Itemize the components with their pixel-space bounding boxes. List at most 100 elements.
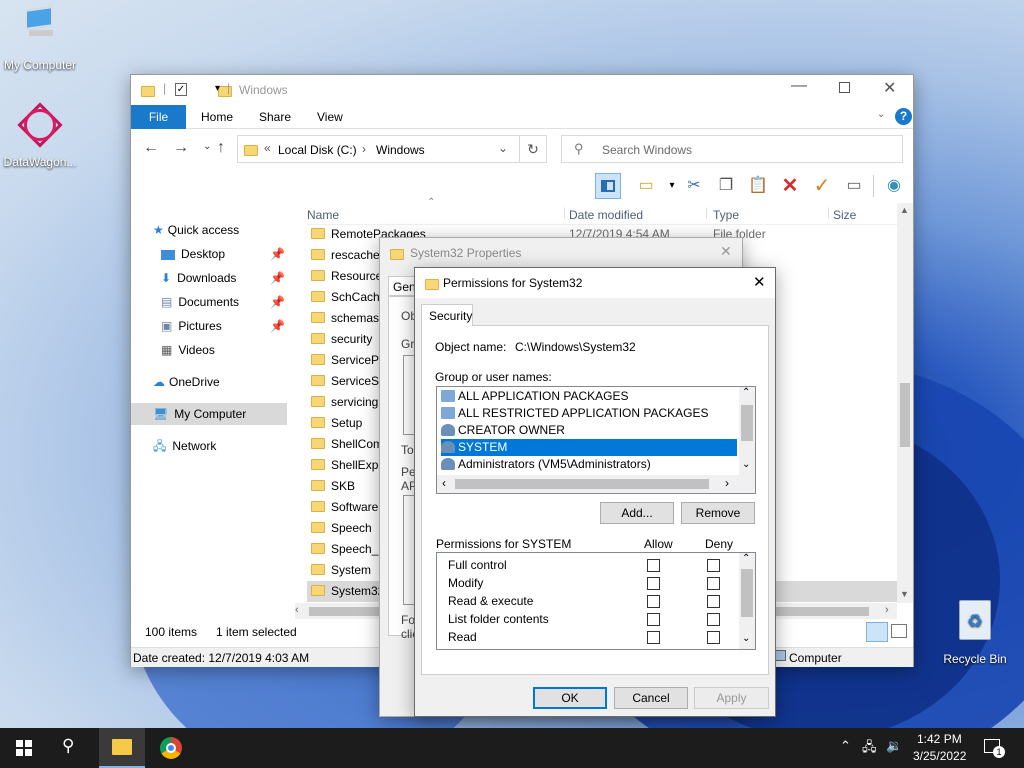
scroll-right-icon[interactable]: › bbox=[885, 604, 889, 616]
user-list-item[interactable]: CREATOR OWNER bbox=[441, 422, 737, 439]
deny-checkbox[interactable] bbox=[707, 595, 720, 608]
scroll-down-icon[interactable]: ▼ bbox=[900, 589, 909, 599]
nav-downloads[interactable]: ⬇ Downloads 📌 bbox=[161, 267, 285, 289]
nav-pictures[interactable]: ▣ Pictures 📌 bbox=[161, 315, 285, 337]
breadcrumb-current[interactable]: Windows bbox=[376, 143, 425, 157]
search-input[interactable]: Search Windows bbox=[602, 143, 692, 157]
rename-checkmark-icon[interactable]: ✓ bbox=[809, 173, 835, 199]
address-bar[interactable]: « Local Disk (C:) › Windows ⌄ bbox=[237, 135, 547, 163]
close-button[interactable]: ✕ bbox=[753, 273, 766, 291]
column-name[interactable]: Name bbox=[307, 208, 339, 222]
scroll-thumb[interactable] bbox=[900, 383, 910, 447]
chrome-icon[interactable] bbox=[160, 737, 182, 759]
nav-my-computer[interactable]: 🖥 My Computer bbox=[131, 403, 287, 425]
users-listbox[interactable]: ⌃ ⌄ ‹ › ALL APPLICATION PACKAGES ALL REST… bbox=[436, 386, 756, 494]
pin-icon[interactable]: 📌 bbox=[270, 243, 285, 265]
hscroll-thumb[interactable] bbox=[455, 479, 709, 489]
scroll-thumb[interactable] bbox=[741, 405, 753, 441]
taskbar-explorer-button[interactable] bbox=[99, 728, 145, 768]
scroll-down-icon[interactable]: ⌄ bbox=[742, 459, 750, 470]
tab-share[interactable]: Share bbox=[259, 110, 291, 124]
allow-checkbox[interactable] bbox=[647, 559, 660, 572]
new-folder-icon[interactable]: ▭ bbox=[633, 173, 659, 199]
add-button[interactable]: Add... bbox=[600, 502, 674, 524]
scroll-down-icon[interactable]: ⌄ bbox=[742, 633, 750, 644]
help-icon[interactable]: ? bbox=[895, 108, 912, 125]
search-icon[interactable]: ⚲ bbox=[62, 736, 74, 756]
breadcrumb-root[interactable]: Local Disk (C:) bbox=[278, 143, 357, 157]
properties-qat-icon[interactable]: ✓ bbox=[175, 83, 187, 96]
options-globe-icon[interactable]: ◉ bbox=[881, 173, 907, 199]
network-icon[interactable]: 🖧 bbox=[862, 738, 877, 760]
users-hscrollbar[interactable]: ‹ › bbox=[437, 475, 755, 493]
new-folder-qat-icon[interactable] bbox=[218, 86, 233, 98]
user-list-item[interactable]: Administrators (VM5\Administrators) bbox=[441, 456, 737, 473]
maximize-button[interactable] bbox=[839, 82, 850, 93]
nav-network[interactable]: 🖧 Network bbox=[153, 435, 216, 457]
nav-videos[interactable]: ▦ Videos bbox=[161, 339, 215, 361]
qat-dropdown-icon[interactable]: ▾ bbox=[215, 83, 220, 94]
tab-security[interactable]: Security bbox=[421, 304, 473, 326]
expand-ribbon-icon[interactable]: ⌄ bbox=[877, 109, 885, 120]
file-list-scrollbar[interactable]: ▲ ▼ bbox=[897, 203, 913, 603]
windows-start-icon[interactable] bbox=[16, 740, 32, 756]
scroll-up-icon[interactable]: ▲ bbox=[900, 205, 909, 215]
users-vscrollbar[interactable]: ⌃ ⌄ bbox=[739, 387, 755, 475]
allow-checkbox[interactable] bbox=[647, 577, 660, 590]
delete-icon[interactable]: ✕ bbox=[777, 173, 803, 199]
tab-file[interactable]: File bbox=[131, 105, 186, 129]
tab-view[interactable]: View bbox=[317, 110, 343, 124]
copy-icon[interactable]: ❐ bbox=[713, 173, 739, 199]
column-size[interactable]: Size bbox=[833, 208, 856, 222]
refresh-button[interactable]: ↻ bbox=[519, 135, 547, 163]
clock-time[interactable]: 1:42 PM bbox=[917, 732, 962, 746]
datawagon-desktop-icon[interactable]: DataWagon... bbox=[0, 102, 80, 169]
deny-checkbox[interactable] bbox=[707, 631, 720, 644]
ok-button[interactable]: OK bbox=[533, 687, 607, 709]
tab-home[interactable]: Home bbox=[201, 110, 233, 124]
user-list-item[interactable]: ALL RESTRICTED APPLICATION PACKAGES bbox=[441, 405, 737, 422]
deny-checkbox[interactable] bbox=[707, 577, 720, 590]
close-button[interactable]: ✕ bbox=[883, 78, 896, 98]
perm-vscrollbar[interactable]: ⌃ ⌄ bbox=[739, 553, 755, 649]
scroll-up-icon[interactable]: ⌃ bbox=[742, 387, 750, 398]
show-hidden-icons-icon[interactable]: ⌃ bbox=[840, 738, 851, 754]
nav-onedrive[interactable]: ☁ OneDrive bbox=[153, 371, 220, 393]
deny-checkbox[interactable] bbox=[707, 613, 720, 626]
allow-checkbox[interactable] bbox=[647, 631, 660, 644]
user-list-item[interactable]: ALL APPLICATION PACKAGES bbox=[441, 388, 737, 405]
recent-dropdown-icon[interactable]: ⌄ bbox=[203, 141, 211, 152]
allow-checkbox[interactable] bbox=[647, 595, 660, 608]
preview-pane-icon[interactable] bbox=[595, 173, 621, 199]
column-type[interactable]: Type bbox=[713, 208, 739, 222]
forward-arrow-icon[interactable]: → bbox=[173, 139, 189, 157]
paste-icon[interactable]: 📋 bbox=[745, 173, 771, 199]
scroll-left-icon[interactable]: ‹ bbox=[295, 604, 299, 616]
scroll-thumb[interactable] bbox=[741, 569, 753, 617]
close-button[interactable]: ✕ bbox=[720, 243, 732, 260]
back-arrow-icon[interactable]: ← bbox=[143, 139, 159, 157]
nav-quick-access[interactable]: ★ Quick access bbox=[153, 219, 239, 241]
nav-desktop[interactable]: Desktop 📌 bbox=[161, 243, 285, 265]
scroll-up-icon[interactable]: ⌃ bbox=[742, 553, 750, 564]
remove-button[interactable]: Remove bbox=[681, 502, 755, 524]
apply-button[interactable]: Apply bbox=[694, 687, 769, 709]
nav-documents[interactable]: ▤ Documents 📌 bbox=[161, 291, 285, 313]
details-view-icon[interactable] bbox=[866, 622, 888, 642]
notification-icon[interactable]: 1 bbox=[984, 739, 1005, 758]
user-list-item[interactable]: SYSTEM bbox=[441, 439, 737, 456]
deny-checkbox[interactable] bbox=[707, 559, 720, 572]
scroll-left-icon[interactable]: ‹ bbox=[442, 476, 446, 490]
search-box[interactable]: ⚲ Search Windows bbox=[561, 135, 903, 163]
minimize-button[interactable]: — bbox=[791, 77, 807, 95]
my-computer-desktop-icon[interactable]: My Computer bbox=[0, 6, 80, 72]
cut-icon[interactable]: ✂ bbox=[681, 173, 707, 199]
address-dropdown-icon[interactable]: ⌄ bbox=[498, 141, 508, 155]
properties-icon[interactable]: ▭ bbox=[841, 173, 867, 199]
up-arrow-icon[interactable]: ↑ bbox=[217, 139, 225, 157]
pin-icon[interactable]: 📌 bbox=[270, 291, 285, 313]
volume-icon[interactable]: 🔉 bbox=[886, 738, 902, 754]
pin-icon[interactable]: 📌 bbox=[270, 315, 285, 337]
cancel-button[interactable]: Cancel bbox=[614, 687, 688, 709]
large-icons-view-icon[interactable] bbox=[891, 624, 907, 638]
